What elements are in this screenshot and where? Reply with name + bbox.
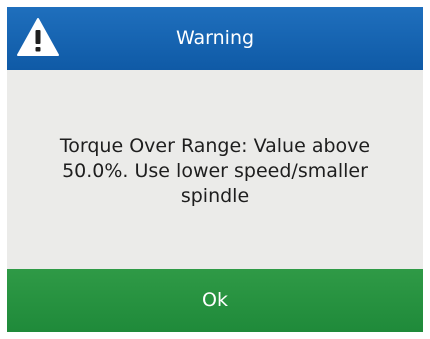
ok-button[interactable]: Ok [7, 269, 423, 332]
dialog-header: Warning [7, 7, 423, 70]
warning-triangle-icon [17, 18, 59, 56]
dialog-message: Torque Over Range: Value above 50.0%. Us… [59, 135, 371, 207]
dialog-title: Warning [175, 27, 255, 49]
warning-dialog: Warning Torque Over Range: Value above 5… [7, 7, 423, 332]
